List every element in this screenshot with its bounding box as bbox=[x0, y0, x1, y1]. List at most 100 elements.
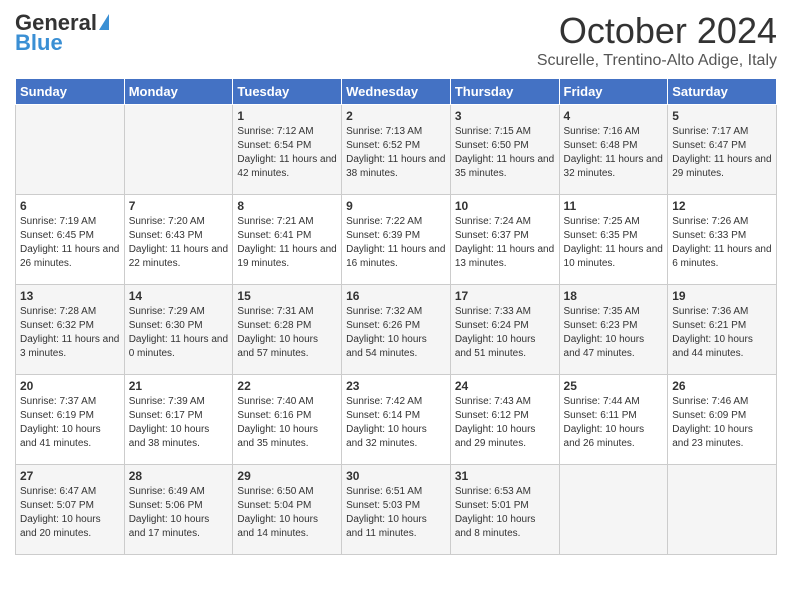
calendar-cell: 19 Sunrise: 7:36 AMSunset: 6:21 PMDayligh… bbox=[668, 285, 777, 375]
header-day-monday: Monday bbox=[124, 79, 233, 105]
calendar-cell: 29Sunrise: 6:50 AMSunset: 5:04 PMDayligh… bbox=[233, 465, 342, 555]
logo-blue-text: Blue bbox=[15, 30, 63, 56]
cell-details: Sunrise: 7:16 AMSunset: 6:48 PMDaylight:… bbox=[564, 125, 664, 181]
calendar-cell: 26 Sunrise: 7:46 AMSunset: 6:09 PMDayligh… bbox=[668, 375, 777, 465]
calendar-cell: 28 Sunrise: 6:49 AMSunset: 5:06 PMDayligh… bbox=[124, 465, 233, 555]
calendar-cell: 9 Sunrise: 7:22 AMSunset: 6:39 PMDaylight… bbox=[342, 195, 451, 285]
calendar-cell: 8 Sunrise: 7:21 AMSunset: 6:41 PMDaylight… bbox=[233, 195, 342, 285]
day-number: 24 bbox=[455, 379, 555, 393]
logo: General Blue bbox=[15, 10, 109, 56]
calendar-cell: 20 Sunrise: 7:37 AMSunset: 6:19 PMDayligh… bbox=[16, 375, 125, 465]
calendar-cell: 24 Sunrise: 7:43 AMSunset: 6:12 PMDayligh… bbox=[450, 375, 559, 465]
calendar-cell: 27 Sunrise: 6:47 AMSunset: 5:07 PMDayligh… bbox=[16, 465, 125, 555]
week-row-1: 1Sunrise: 7:12 AMSunset: 6:54 PMDaylight… bbox=[16, 105, 777, 195]
cell-details: Sunrise: 7:39 AMSunset: 6:17 PMDaylight:… bbox=[129, 395, 229, 451]
header-day-saturday: Saturday bbox=[668, 79, 777, 105]
calendar-cell: 10 Sunrise: 7:24 AMSunset: 6:37 PMDayligh… bbox=[450, 195, 559, 285]
cell-details: Sunrise: 7:46 AMSunset: 6:09 PMDaylight:… bbox=[672, 395, 772, 451]
calendar-cell bbox=[124, 105, 233, 195]
cell-details: Sunrise: 7:29 AMSunset: 6:30 PMDaylight:… bbox=[129, 305, 229, 361]
cell-details: Sunrise: 7:20 AMSunset: 6:43 PMDaylight:… bbox=[129, 215, 229, 271]
cell-details: Sunrise: 7:13 AMSunset: 6:52 PMDaylight:… bbox=[346, 125, 446, 181]
calendar-cell: 11Sunrise: 7:25 AMSunset: 6:35 PMDayligh… bbox=[559, 195, 668, 285]
cell-details: Sunrise: 7:21 AMSunset: 6:41 PMDaylight:… bbox=[237, 215, 337, 271]
cell-details: Sunrise: 7:28 AMSunset: 6:32 PMDaylight:… bbox=[20, 305, 120, 361]
week-row-3: 13 Sunrise: 7:28 AMSunset: 6:32 PMDayligh… bbox=[16, 285, 777, 375]
logo-triangle-icon bbox=[99, 14, 109, 30]
week-row-5: 27 Sunrise: 6:47 AMSunset: 5:07 PMDayligh… bbox=[16, 465, 777, 555]
calendar-cell: 31Sunrise: 6:53 AMSunset: 5:01 PMDayligh… bbox=[450, 465, 559, 555]
calendar-cell: 21 Sunrise: 7:39 AMSunset: 6:17 PMDayligh… bbox=[124, 375, 233, 465]
calendar-cell: 12Sunrise: 7:26 AMSunset: 6:33 PMDayligh… bbox=[668, 195, 777, 285]
cell-details: Sunrise: 7:24 AMSunset: 6:37 PMDaylight:… bbox=[455, 215, 555, 271]
day-number: 15 bbox=[237, 289, 337, 303]
cell-details: Sunrise: 7:15 AMSunset: 6:50 PMDaylight:… bbox=[455, 125, 555, 181]
cell-details: Sunrise: 6:49 AMSunset: 5:06 PMDaylight:… bbox=[129, 485, 229, 541]
day-number: 30 bbox=[346, 469, 446, 483]
day-number: 6 bbox=[20, 199, 120, 213]
cell-details: Sunrise: 7:44 AMSunset: 6:11 PMDaylight:… bbox=[564, 395, 664, 451]
calendar-header: SundayMondayTuesdayWednesdayThursdayFrid… bbox=[16, 79, 777, 105]
month-title: October 2024 bbox=[537, 10, 777, 52]
day-number: 21 bbox=[129, 379, 229, 393]
cell-details: Sunrise: 7:33 AMSunset: 6:24 PMDaylight:… bbox=[455, 305, 555, 361]
week-row-2: 6 Sunrise: 7:19 AMSunset: 6:45 PMDaylight… bbox=[16, 195, 777, 285]
cell-details: Sunrise: 7:35 AMSunset: 6:23 PMDaylight:… bbox=[564, 305, 664, 361]
day-number: 1 bbox=[237, 109, 337, 123]
day-number: 10 bbox=[455, 199, 555, 213]
calendar-cell: 2Sunrise: 7:13 AMSunset: 6:52 PMDaylight… bbox=[342, 105, 451, 195]
calendar-cell: 13 Sunrise: 7:28 AMSunset: 6:32 PMDayligh… bbox=[16, 285, 125, 375]
header-day-thursday: Thursday bbox=[450, 79, 559, 105]
calendar-cell: 16 Sunrise: 7:32 AMSunset: 6:26 PMDayligh… bbox=[342, 285, 451, 375]
cell-details: Sunrise: 7:31 AMSunset: 6:28 PMDaylight:… bbox=[237, 305, 337, 361]
cell-details: Sunrise: 7:42 AMSunset: 6:14 PMDaylight:… bbox=[346, 395, 446, 451]
day-number: 5 bbox=[672, 109, 772, 123]
calendar-cell: 6 Sunrise: 7:19 AMSunset: 6:45 PMDaylight… bbox=[16, 195, 125, 285]
day-number: 8 bbox=[237, 199, 337, 213]
header-row: SundayMondayTuesdayWednesdayThursdayFrid… bbox=[16, 79, 777, 105]
header-day-tuesday: Tuesday bbox=[233, 79, 342, 105]
cell-details: Sunrise: 6:47 AMSunset: 5:07 PMDaylight:… bbox=[20, 485, 120, 541]
calendar-cell: 23 Sunrise: 7:42 AMSunset: 6:14 PMDayligh… bbox=[342, 375, 451, 465]
day-number: 9 bbox=[346, 199, 446, 213]
day-number: 7 bbox=[129, 199, 229, 213]
cell-details: Sunrise: 7:36 AMSunset: 6:21 PMDaylight:… bbox=[672, 305, 772, 361]
calendar-cell: 5 Sunrise: 7:17 AMSunset: 6:47 PMDaylight… bbox=[668, 105, 777, 195]
header-day-wednesday: Wednesday bbox=[342, 79, 451, 105]
day-number: 23 bbox=[346, 379, 446, 393]
calendar-cell: 4 Sunrise: 7:16 AMSunset: 6:48 PMDaylight… bbox=[559, 105, 668, 195]
day-number: 27 bbox=[20, 469, 120, 483]
calendar-body: 1Sunrise: 7:12 AMSunset: 6:54 PMDaylight… bbox=[16, 105, 777, 555]
page-header: General Blue October 2024 Scurelle, Tren… bbox=[15, 10, 777, 70]
day-number: 29 bbox=[237, 469, 337, 483]
day-number: 16 bbox=[346, 289, 446, 303]
day-number: 28 bbox=[129, 469, 229, 483]
cell-details: Sunrise: 7:32 AMSunset: 6:26 PMDaylight:… bbox=[346, 305, 446, 361]
cell-details: Sunrise: 7:25 AMSunset: 6:35 PMDaylight:… bbox=[564, 215, 664, 271]
cell-details: Sunrise: 7:22 AMSunset: 6:39 PMDaylight:… bbox=[346, 215, 446, 271]
cell-details: Sunrise: 7:43 AMSunset: 6:12 PMDaylight:… bbox=[455, 395, 555, 451]
day-number: 25 bbox=[564, 379, 664, 393]
calendar-cell: 25 Sunrise: 7:44 AMSunset: 6:11 PMDayligh… bbox=[559, 375, 668, 465]
day-number: 14 bbox=[129, 289, 229, 303]
cell-details: Sunrise: 7:19 AMSunset: 6:45 PMDaylight:… bbox=[20, 215, 120, 271]
day-number: 18 bbox=[564, 289, 664, 303]
calendar-cell: 22Sunrise: 7:40 AMSunset: 6:16 PMDayligh… bbox=[233, 375, 342, 465]
calendar-cell: 15 Sunrise: 7:31 AMSunset: 6:28 PMDayligh… bbox=[233, 285, 342, 375]
day-number: 12 bbox=[672, 199, 772, 213]
calendar-cell: 18 Sunrise: 7:35 AMSunset: 6:23 PMDayligh… bbox=[559, 285, 668, 375]
cell-details: Sunrise: 6:51 AMSunset: 5:03 PMDaylight:… bbox=[346, 485, 446, 541]
day-number: 20 bbox=[20, 379, 120, 393]
cell-details: Sunrise: 7:40 AMSunset: 6:16 PMDaylight:… bbox=[237, 395, 337, 451]
day-number: 13 bbox=[20, 289, 120, 303]
week-row-4: 20 Sunrise: 7:37 AMSunset: 6:19 PMDayligh… bbox=[16, 375, 777, 465]
cell-details: Sunrise: 7:17 AMSunset: 6:47 PMDaylight:… bbox=[672, 125, 772, 181]
title-block: October 2024 Scurelle, Trentino-Alto Adi… bbox=[537, 10, 777, 70]
calendar-cell bbox=[559, 465, 668, 555]
day-number: 26 bbox=[672, 379, 772, 393]
day-number: 3 bbox=[455, 109, 555, 123]
calendar-cell: 17Sunrise: 7:33 AMSunset: 6:24 PMDayligh… bbox=[450, 285, 559, 375]
day-number: 4 bbox=[564, 109, 664, 123]
day-number: 19 bbox=[672, 289, 772, 303]
cell-details: Sunrise: 7:37 AMSunset: 6:19 PMDaylight:… bbox=[20, 395, 120, 451]
